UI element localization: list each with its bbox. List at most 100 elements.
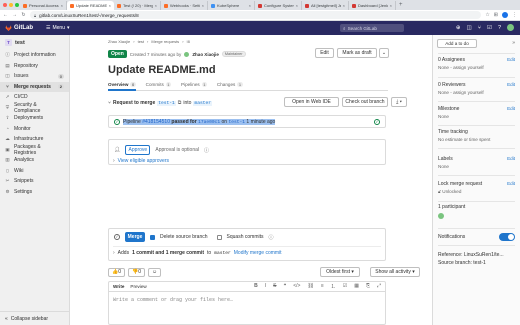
fullscreen-icon[interactable]: ⤢ (377, 283, 381, 290)
squash-commits-checkbox[interactable] (216, 234, 222, 240)
download-button[interactable]: ⤓ ▾ (391, 97, 407, 107)
participant-avatar[interactable] (438, 213, 444, 219)
sidebar-item-packages[interactable]: ▣ Packages & Registries (0, 144, 69, 156)
reload-icon[interactable]: ↻ (21, 12, 26, 18)
copy-icon[interactable]: ⧉ (178, 100, 182, 106)
close-window-button[interactable] (3, 3, 7, 7)
close-icon[interactable]: × (109, 3, 111, 8)
plus-icon[interactable]: ⊕ (456, 25, 461, 31)
pipeline-stage-icon[interactable]: ✓ (374, 118, 380, 125)
maximize-window-button[interactable] (15, 3, 19, 7)
edit-button[interactable]: Edit (315, 48, 334, 58)
close-icon[interactable]: × (296, 3, 298, 8)
browser-tab[interactable]: Test (! 20) · Merge req× (114, 1, 161, 10)
breadcrumb-item[interactable]: test (138, 39, 144, 44)
chevron-right-icon[interactable]: › (113, 250, 115, 256)
check-out-branch-button[interactable]: Check out branch (342, 97, 388, 107)
todo-icon[interactable]: ☑ (487, 25, 492, 31)
delete-source-branch-checkbox[interactable] (150, 234, 155, 240)
browser-tab[interactable]: Configure System (Jen× (255, 1, 302, 10)
tab-pipelines[interactable]: Pipelines 1 (181, 81, 207, 91)
sidebar-item-deployments[interactable]: ⇪ Deployments (0, 113, 69, 124)
quote-icon[interactable]: ❝ (284, 283, 287, 290)
address-bar[interactable]: 🔒︎ gitlab.com/LinuxSuRen1/test/-/merge_r… (30, 11, 482, 19)
breadcrumb-item[interactable]: !8 (187, 39, 190, 44)
sidebar-item-merge-requests[interactable]: ⑂ Merge requests 2 (0, 81, 69, 92)
bullet-list-icon[interactable]: ≡ (321, 283, 324, 290)
edit-milestone-link[interactable]: Edit (507, 106, 515, 112)
thumbs-up-button[interactable]: 👍 0 (108, 267, 126, 277)
target-branch[interactable]: master (193, 100, 212, 106)
sidebar-item-project-information[interactable]: ⓘ Project information (0, 50, 69, 61)
help-icon[interactable]: ? (498, 25, 501, 31)
edit-labels-link[interactable]: Edit (507, 156, 515, 162)
check-circle-icon[interactable]: ✓ (114, 118, 120, 125)
close-icon[interactable]: × (390, 3, 392, 8)
author-name[interactable]: Zhao Xiaojie (192, 52, 219, 57)
browser-menu-icon[interactable]: ⋮ (512, 12, 517, 18)
close-icon[interactable]: × (155, 3, 157, 8)
source-branch-text[interactable]: Source branch: test-1 (438, 259, 504, 267)
search-input[interactable]: ⌕ Search GitLab (340, 24, 404, 32)
edit-reviewers-link[interactable]: Edit (507, 82, 515, 88)
comment-textarea[interactable]: Write a comment or drag your files here… (109, 292, 385, 308)
close-icon[interactable]: × (249, 3, 251, 8)
breadcrumb-item[interactable]: Zhao Xiaojie (108, 39, 130, 44)
sidebar-item-snippets[interactable]: ✂ Snippets (0, 176, 69, 187)
edit-lock-link[interactable]: Edit (507, 181, 515, 187)
browser-tab[interactable]: Personal Access Toke× (20, 1, 67, 10)
add-reaction-button[interactable]: ☺ (148, 267, 162, 277)
numbered-list-icon[interactable]: ⒈ (331, 283, 336, 290)
browser-tab[interactable]: KubeSphere × (208, 1, 255, 10)
tab-write[interactable]: Write (113, 284, 124, 289)
close-icon[interactable]: × (202, 3, 204, 8)
bold-icon[interactable]: B (254, 283, 258, 290)
sidebar-item-issues[interactable]: ◫ Issues 0 (0, 71, 69, 82)
sidebar-item-monitor[interactable]: ◔ Monitor (0, 124, 69, 135)
sort-dropdown[interactable]: Oldest first ▾ (320, 267, 360, 277)
breadcrumb-item[interactable]: Merge requests (151, 39, 179, 44)
italic-icon[interactable]: I (265, 283, 266, 290)
task-list-icon[interactable]: ☑ (343, 283, 347, 290)
merge-request-nav-icon[interactable]: ⑂ (478, 25, 481, 31)
collapse-sidebar-button[interactable]: « Collapse sidebar (0, 311, 70, 325)
modify-merge-commit-link[interactable]: Modify merge commit (234, 250, 282, 256)
author-avatar[interactable] (184, 51, 190, 57)
activity-filter-dropdown[interactable]: Show all activity ▾ (370, 267, 420, 277)
assignees-value[interactable]: None - assign yourself (438, 65, 515, 70)
gitlab-logo[interactable]: GitLab (5, 25, 33, 31)
profile-avatar[interactable] (502, 12, 508, 18)
commit-sha-link[interactable]: 17ae00c1 (198, 120, 220, 125)
strikethrough-icon[interactable]: S (273, 283, 276, 290)
tab-commits[interactable]: Commits 1 (146, 81, 172, 91)
sidebar-item-analytics[interactable]: ▥ Analytics (0, 155, 69, 166)
tab-preview[interactable]: Preview (130, 284, 146, 289)
menu-button[interactable]: ☰ Menu ▾ (43, 24, 73, 32)
extensions-icon[interactable]: ⊞ (494, 12, 498, 18)
new-tab-icon[interactable]: + (399, 2, 403, 8)
browser-tab-active[interactable]: Update README.md (× (67, 1, 114, 10)
reference-text[interactable]: Reference: LinuxSuRen1/te... (438, 251, 504, 259)
open-in-web-ide-button[interactable]: Open in Web IDE (284, 97, 339, 107)
merge-button[interactable]: Merge (125, 232, 145, 242)
back-icon[interactable]: ← (3, 12, 8, 18)
more-actions-button[interactable]: ⌄ (379, 48, 389, 58)
code-icon[interactable]: </> (293, 283, 300, 290)
forward-icon[interactable]: → (12, 12, 17, 18)
sidebar-item-repository[interactable]: ▤ Repository (0, 61, 69, 72)
sidebar-item-settings[interactable]: ⚙ Settings (0, 187, 69, 198)
star-icon[interactable]: ☆ (485, 12, 489, 18)
close-icon[interactable]: × (61, 3, 63, 8)
collapse-right-sidebar-icon[interactable]: » (512, 40, 515, 46)
user-avatar[interactable] (507, 24, 514, 31)
issues-nav-icon[interactable]: ◫ (466, 25, 471, 31)
tab-changes[interactable]: Changes 1 (217, 81, 243, 91)
project-header[interactable]: T test (0, 35, 69, 50)
browser-tab[interactable]: Webhooks · Settings× (161, 1, 208, 10)
help-icon[interactable]: ⓘ (269, 234, 274, 241)
tab-overview[interactable]: Overview 0 (108, 81, 136, 91)
browser-tab[interactable]: All [testgitmell] Jenkin× (302, 1, 349, 10)
sidebar-item-wiki[interactable]: ▯ Wiki (0, 166, 69, 177)
approve-button[interactable]: Approve (125, 145, 151, 155)
view-approvers-link[interactable]: › View eligible approvers (113, 158, 169, 164)
